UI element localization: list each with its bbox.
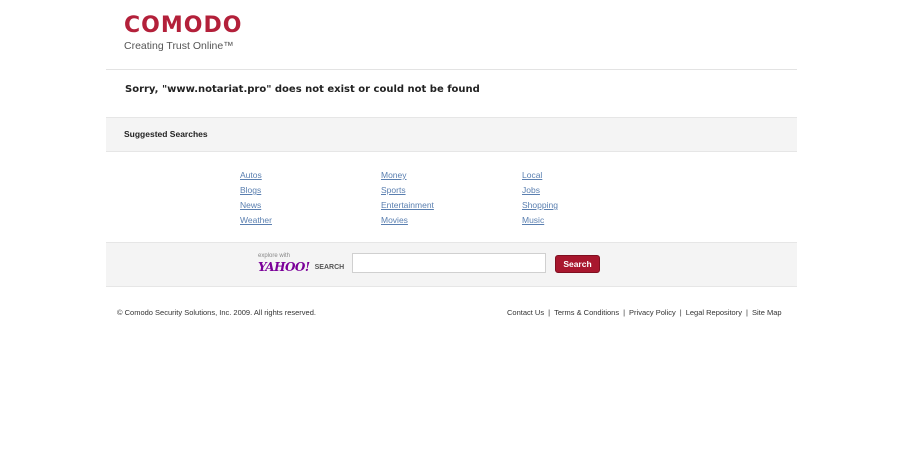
suggested-searches-bar: Suggested Searches xyxy=(106,117,797,152)
yahoo-logo: YAHOO! xyxy=(258,260,310,274)
link-news[interactable]: News xyxy=(240,198,272,213)
yahoo-search-label: SEARCH xyxy=(314,263,345,271)
comodo-logo[interactable]: COMODO Creating Trust Online™ xyxy=(124,13,243,53)
logo-tagline: Creating Trust Online™ xyxy=(124,40,234,52)
copyright: © Comodo Security Solutions, Inc. 2009. … xyxy=(117,308,316,317)
suggested-links: Autos Blogs News Weather Money Sports En… xyxy=(0,168,903,228)
link-jobs[interactable]: Jobs xyxy=(522,183,558,198)
link-music[interactable]: Music xyxy=(522,213,558,228)
header-divider xyxy=(106,69,797,70)
link-blogs[interactable]: Blogs xyxy=(240,183,272,198)
yahoo-search-logo: explore with YAHOO! SEARCH xyxy=(258,253,344,274)
footer-link-contact-us[interactable]: Contact Us xyxy=(507,308,544,317)
link-autos[interactable]: Autos xyxy=(240,168,272,183)
link-money[interactable]: Money xyxy=(381,168,434,183)
suggested-searches-title: Suggested Searches xyxy=(124,129,208,139)
link-entertainment[interactable]: Entertainment xyxy=(381,198,434,213)
search-button[interactable]: Search xyxy=(555,255,600,273)
explore-with-label: explore with xyxy=(258,253,291,259)
link-column-2: Money Sports Entertainment Movies xyxy=(381,168,434,228)
link-weather[interactable]: Weather xyxy=(240,213,272,228)
logo-wordmark: COMODO xyxy=(124,13,243,38)
search-bar: explore with YAHOO! SEARCH Search xyxy=(106,242,797,287)
link-sports[interactable]: Sports xyxy=(381,183,434,198)
footer-link-legal-repository[interactable]: Legal Repository xyxy=(686,308,742,317)
footer-link-terms[interactable]: Terms & Conditions xyxy=(554,308,619,317)
search-input[interactable] xyxy=(352,253,546,273)
link-column-1: Autos Blogs News Weather xyxy=(240,168,272,228)
footer-link-site-map[interactable]: Site Map xyxy=(752,308,782,317)
link-shopping[interactable]: Shopping xyxy=(522,198,558,213)
link-local[interactable]: Local xyxy=(522,168,558,183)
link-column-3: Local Jobs Shopping Music xyxy=(522,168,558,228)
footer-links: Contact Us | Terms & Conditions | Privacy Po… xyxy=(507,308,782,317)
link-movies[interactable]: Movies xyxy=(381,213,434,228)
footer-link-privacy[interactable]: Privacy Policy xyxy=(629,308,676,317)
error-message: Sorry, "www.notariat.pro" does not exist… xyxy=(125,84,480,95)
